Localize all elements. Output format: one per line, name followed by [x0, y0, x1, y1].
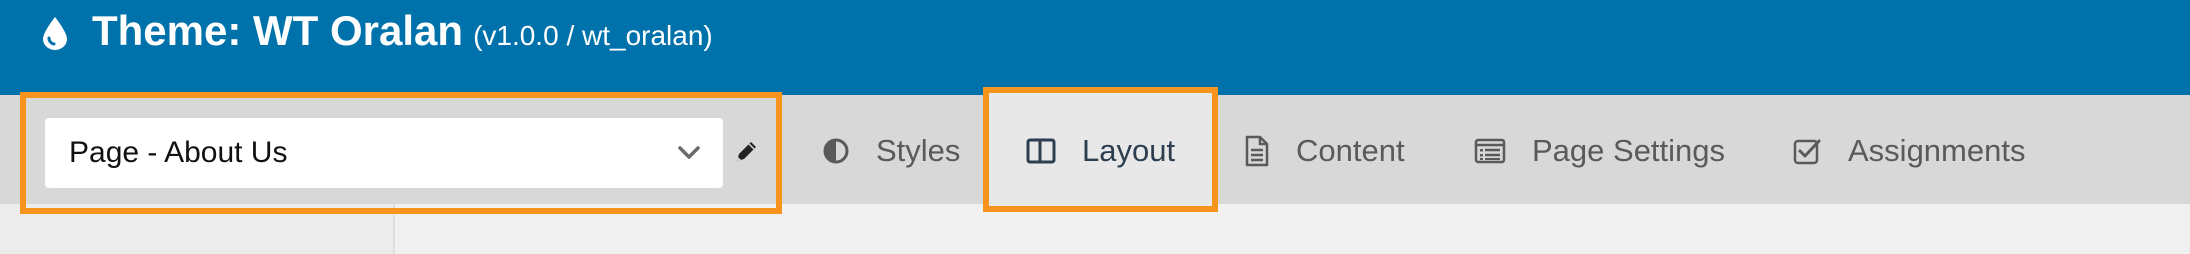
pencil-icon[interactable] [733, 139, 759, 165]
contrast-icon [823, 138, 849, 164]
tab-content-label: Content [1296, 133, 1405, 168]
columns-icon [1026, 138, 1056, 164]
tab-page-settings[interactable]: Page Settings [1474, 126, 1725, 176]
tab-content[interactable]: Content [1244, 126, 1405, 176]
tab-styles-label: Styles [876, 133, 961, 168]
drop-icon [43, 17, 67, 50]
template-select-value: Page - About Us [69, 136, 288, 169]
theme-version: (v1.0.0 / wt_oralan) [473, 20, 713, 51]
list-window-icon [1474, 138, 1506, 164]
theme-title: Theme: WT Oralan [92, 7, 464, 54]
chevron-down-icon [678, 146, 700, 159]
checkbox-icon [1793, 139, 1821, 165]
tab-assignments[interactable]: Assignments [1792, 126, 2025, 176]
tab-layout-label: Layout [1082, 133, 1176, 168]
document-icon [1245, 135, 1269, 167]
tab-layout[interactable]: Layout [1026, 126, 1175, 176]
tab-styles[interactable]: Styles [822, 126, 960, 176]
tab-assignments-label: Assignments [1848, 133, 2026, 168]
tab-page-settings-label: Page Settings [1532, 133, 1726, 168]
page-title: Theme: WT Oralan (v1.0.0 / wt_oralan) [92, 10, 713, 52]
template-select[interactable]: Page - About Us [45, 118, 723, 188]
app-header: Theme: WT Oralan (v1.0.0 / wt_oralan) [0, 0, 2190, 95]
